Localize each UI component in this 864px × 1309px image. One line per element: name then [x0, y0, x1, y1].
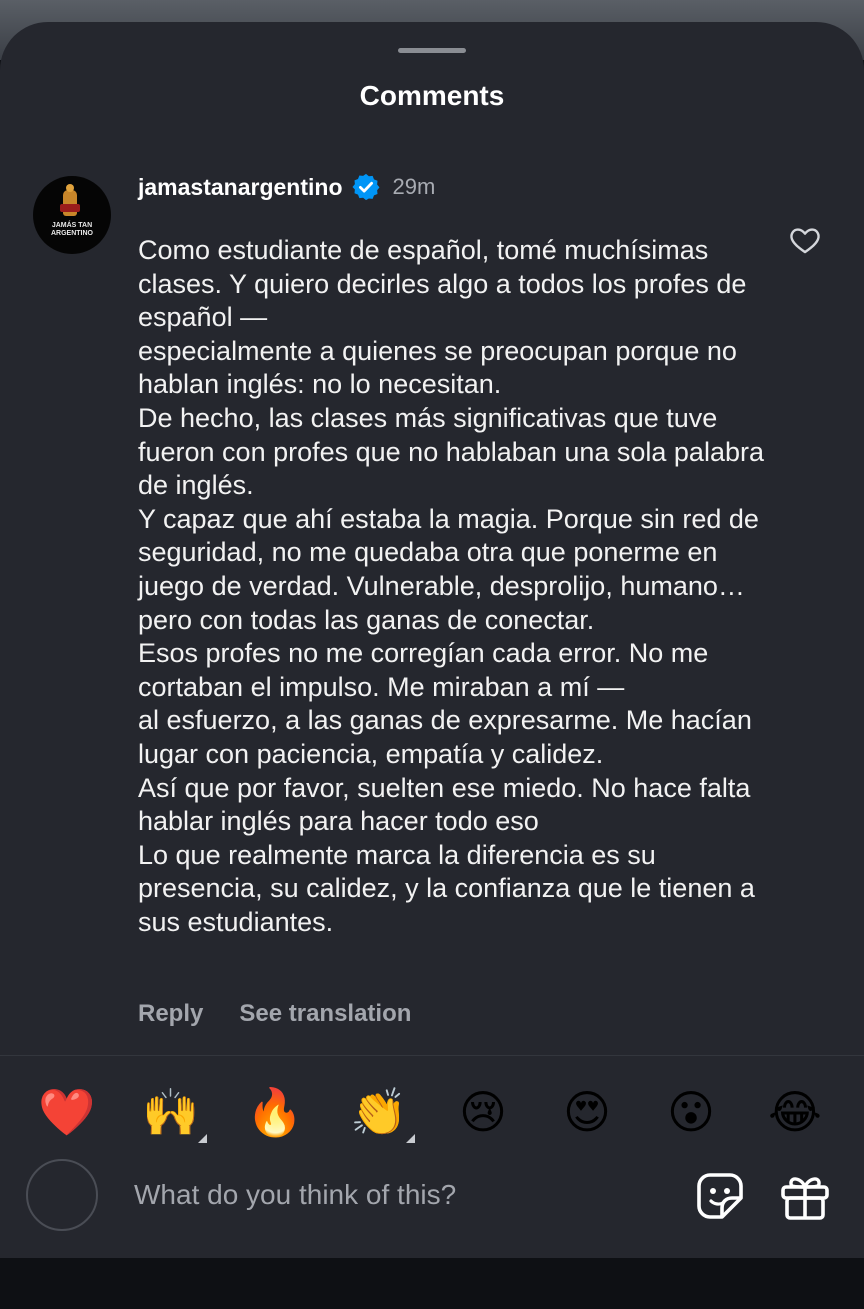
heart-outline-icon[interactable] — [788, 223, 822, 257]
comments-sheet: Comments JAMÁS TAN ARGENTINO jamastanarg… — [0, 22, 864, 1258]
comment-text: Como estudiante de español, tomé muchísi… — [138, 235, 764, 937]
reaction-fire[interactable]: 🔥 — [245, 1082, 305, 1142]
avatar-logo-text: JAMÁS TAN ARGENTINO — [51, 222, 93, 237]
reaction-red-heart[interactable]: ❤️ — [37, 1082, 97, 1142]
comment-actions: Reply See translation — [138, 1000, 411, 1028]
comment-header: jamastanargentino 29m — [138, 172, 435, 202]
comment-timestamp: 29m — [392, 174, 436, 199]
verified-badge-icon — [351, 172, 381, 202]
drag-handle[interactable] — [398, 48, 466, 53]
reaction-crying-face[interactable]: 😢 — [453, 1082, 513, 1142]
gift-icon[interactable] — [778, 1170, 832, 1222]
reaction-surprised-face[interactable]: 😮 — [661, 1082, 721, 1142]
sheet-title: Comments — [359, 80, 505, 111]
comment-input[interactable] — [132, 1172, 656, 1218]
variant-indicator-icon — [406, 1134, 415, 1143]
commenter-avatar[interactable]: JAMÁS TAN ARGENTINO — [33, 176, 111, 254]
comment-username[interactable]: jamastanargentino — [138, 174, 343, 201]
reaction-heart-eyes[interactable]: 😍 — [557, 1082, 617, 1142]
sticker-icon[interactable] — [694, 1170, 746, 1222]
variant-indicator-icon — [198, 1134, 207, 1143]
quick-reactions-bar: ❤️ 🙌 🔥 👏 😢 😍 😮 😂 — [0, 1082, 864, 1143]
see-translation-button[interactable]: See translation — [239, 1000, 411, 1028]
avatar-figure-icon — [60, 184, 80, 216]
reaction-raising-hands[interactable]: 🙌 — [141, 1082, 201, 1142]
reaction-tears-of-joy[interactable]: 😂 — [765, 1082, 825, 1142]
own-avatar — [26, 1159, 98, 1231]
divider — [0, 1055, 864, 1056]
reaction-clapping-hands[interactable]: 👏 — [349, 1082, 409, 1142]
reply-button[interactable]: Reply — [138, 1000, 203, 1028]
